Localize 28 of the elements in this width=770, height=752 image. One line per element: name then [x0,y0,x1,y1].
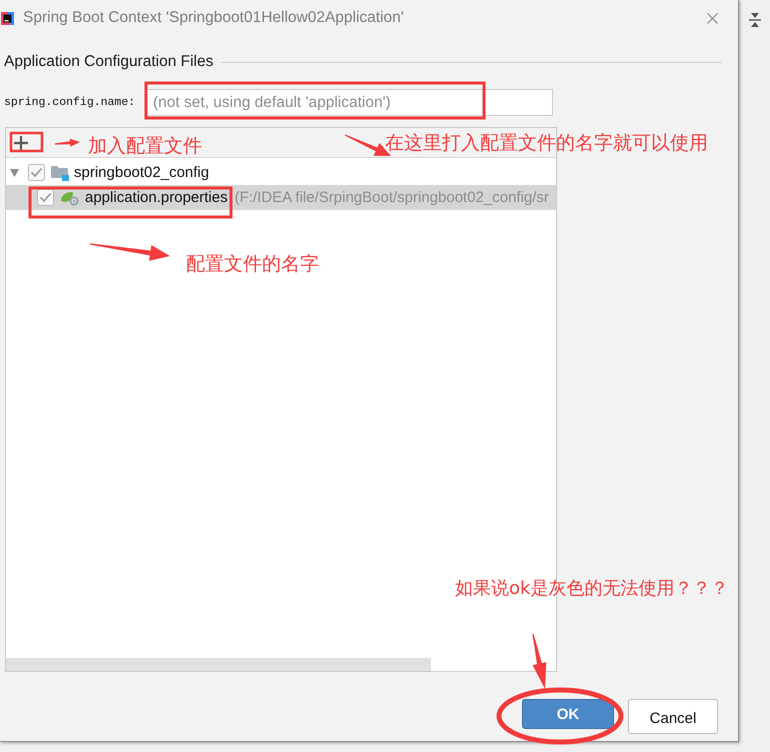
section-title: Application Configuration Files [4,53,214,71]
annotation-arrow [532,634,546,689]
collapse-icon[interactable] [748,13,760,27]
ok-button[interactable]: OK [522,699,614,729]
window-title: Spring Boot Context 'Springboot01Hellow02Application' [23,9,404,27]
field-label: spring.config.name: [4,96,136,109]
annotation-text: 加入配置文件 [88,136,202,158]
add-icon[interactable] [14,136,28,150]
folder-icon [51,164,69,180]
annotation-text: 配置文件的名字 [186,254,319,276]
annotation-text: 如果说ok是灰色的无法使用？？？ [455,579,728,600]
leaf-gear-icon [60,190,80,206]
scrollbar-thumb[interactable] [6,658,431,671]
tree-row[interactable]: springboot02_config [6,160,556,185]
annotation-text: 在这里打入配置文件的名字就可以使用 [385,133,708,155]
tree-row[interactable]: application.properties (F:/IDEA file/SrpingBoot/springboot02_config/sr [6,185,556,210]
expand-arrow-icon[interactable] [10,168,19,177]
node-label: application.properties [85,189,228,206]
cancel-button[interactable]: Cancel [628,699,718,734]
file-path: (F:/IDEA file/SrpingBoot/springboot02_config/sr [234,189,549,206]
close-icon[interactable] [707,12,718,24]
checkbox[interactable] [37,189,54,206]
app-logo-icon [1,12,14,24]
config-name-field[interactable]: (not set, using default 'application') [146,89,553,116]
highlight-frame [10,132,44,152]
checkbox[interactable] [28,164,45,181]
annotation-arrow [55,138,80,147]
node-label: springboot02_config [74,164,210,181]
